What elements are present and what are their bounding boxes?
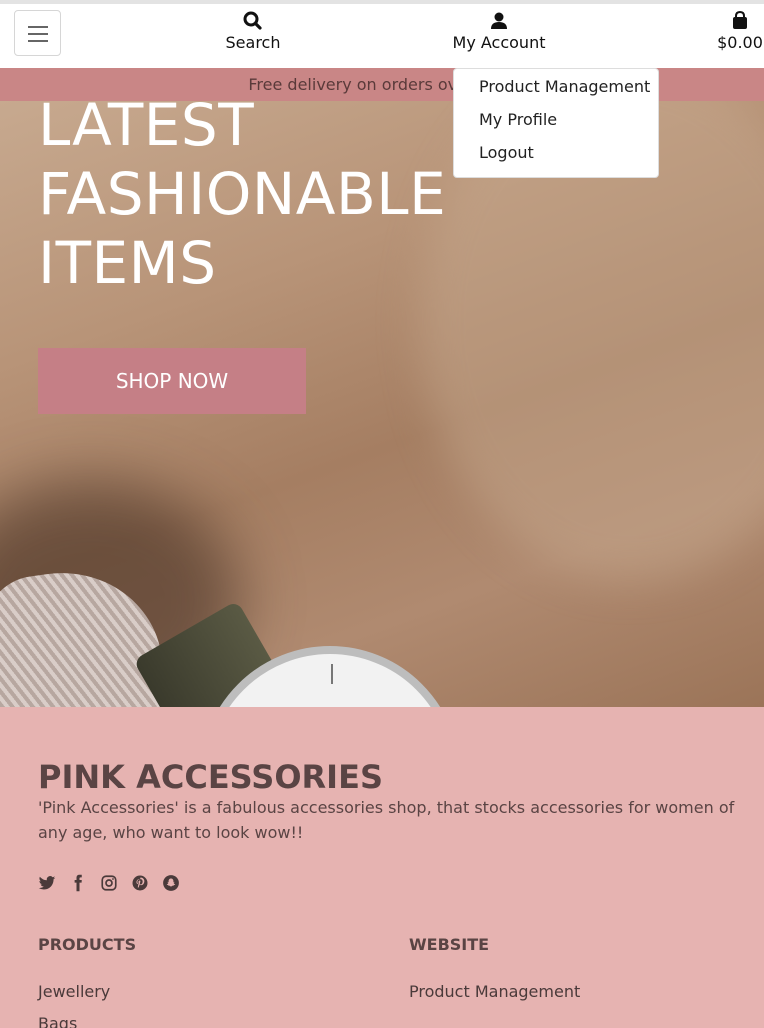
shop-now-button[interactable]: SHOP NOW (38, 348, 306, 414)
site-footer: PINK ACCESSORIES 'Pink Accessories' is a… (0, 707, 764, 1028)
hero-title-line: LATEST (38, 101, 255, 159)
menu-item-product-management[interactable]: Product Management (454, 75, 658, 108)
pinterest-icon[interactable] (131, 874, 151, 894)
hero-title-line: FASHIONABLE (38, 160, 447, 228)
snapchat-icon[interactable] (162, 874, 182, 894)
nav-account-link[interactable]: My Account (444, 10, 554, 54)
nav-search-link[interactable]: Search (213, 10, 293, 54)
account-dropdown-menu: Product Management My Profile Logout (453, 68, 659, 178)
footer-brand: PINK ACCESSORIES (38, 758, 383, 796)
nav-bag-link[interactable]: $0.00 (714, 10, 764, 54)
footer-description: 'Pink Accessories' is a fabulous accesso… (38, 798, 735, 842)
hamburger-menu-button[interactable] (14, 10, 61, 56)
facebook-icon[interactable] (69, 874, 89, 894)
navbar: Search My Account $0.00 (0, 4, 764, 68)
nav-account-label: My Account (452, 33, 546, 52)
footer-link-bags[interactable]: Bags (38, 1014, 77, 1028)
footer-products-heading: PRODUCTS (38, 935, 137, 954)
footer-website-heading: WEBSITE (409, 935, 490, 954)
social-links (38, 873, 188, 893)
footer-link-jewellery[interactable]: Jewellery (38, 982, 110, 1001)
user-icon (491, 12, 507, 29)
nav-search-label: Search (225, 33, 281, 52)
bag-total: $0.00 (717, 33, 763, 52)
hamburger-menu-icon (28, 26, 48, 28)
hero-title-line: ITEMS (38, 229, 217, 297)
instagram-icon[interactable] (100, 874, 120, 894)
hero-section: LATEST FASHIONABLE ITEMS SHOP NOW (0, 101, 764, 707)
hero-title: LATEST FASHIONABLE ITEMS (38, 101, 446, 298)
search-icon (243, 11, 262, 30)
twitter-icon[interactable] (38, 874, 58, 894)
shopping-bag-icon (733, 10, 747, 29)
footer-link-product-management[interactable]: Product Management (409, 982, 580, 1001)
menu-item-my-profile[interactable]: My Profile (454, 108, 658, 141)
menu-item-logout[interactable]: Logout (454, 141, 658, 174)
